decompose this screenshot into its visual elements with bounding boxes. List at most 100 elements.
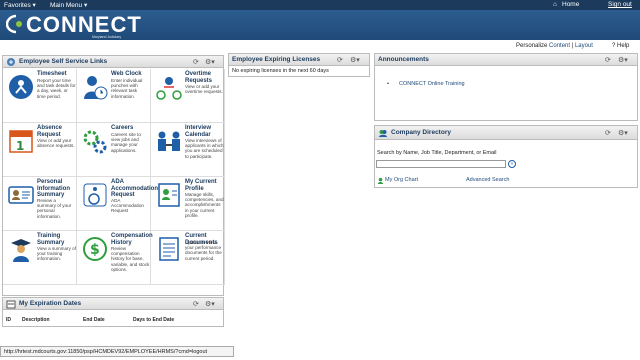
tile-title: Personal Information Summary [37,179,70,198]
announcements-panel: Announcements ⟳ ⚙▾ • CONNECT Online Trai… [374,53,638,121]
personalize-content-link[interactable]: Content [549,43,570,49]
browser-status-bar: http://hrtest.mdcourts.gov:11850/psp/HCM… [0,346,234,357]
tile-compensation-history[interactable]: $ Compensation History Review compensati… [77,231,153,285]
main-menu[interactable]: Main Menu ▾ [50,1,87,9]
tile-description: Review a summary of your personal inform… [37,198,72,219]
web-clock-icon [84,76,108,100]
tile-description: View or add your absence requests. [37,138,75,149]
tile-title: Timesheet [37,71,67,77]
column-header-days-to-end: Days to End Date [133,317,175,323]
interview-icon [158,131,180,151]
personalize-label: Personalize [516,43,548,49]
settings-gear-icon[interactable]: ⚙▾ [205,58,215,66]
svg-text:1: 1 [16,139,24,153]
tile-timesheet[interactable]: Timesheet Report your time and task deta… [3,69,77,123]
favorites-menu[interactable]: Favorites ▾ [4,1,36,9]
expiration-dates-panel: My Expiration Dates ⟳ ⚙▾ ID Description … [2,297,224,327]
profile-icon [158,183,180,207]
documents-icon [159,237,179,261]
ada-icon [83,183,107,207]
tile-careers[interactable]: Careers Careers site to view jobs and ma… [77,123,151,177]
help-link[interactable]: ? Help [612,43,629,49]
connect-logo-text: CONNECT [26,12,142,37]
refresh-icon[interactable]: ⟳ [337,56,343,64]
calendar-icon: 1 [9,130,33,153]
no-licenses-message: No expiring licenses in the next 60 days [232,68,329,74]
org-chart-link[interactable]: My Org Chart [385,177,418,183]
tile-title: ADA Accommodation Request [111,179,159,198]
tile-title: Web Clock [111,71,142,77]
advanced-search-link[interactable]: Advanced Search [466,177,509,183]
tile-description: Report your time and task details for a … [37,78,76,99]
personalize-separator: | [571,43,574,49]
column-header-end-date: End Date [83,317,105,323]
svg-text:$: $ [90,242,100,258]
logo-subtitle: Maryland Judiciary [92,35,122,39]
id-card-icon [8,186,34,204]
tile-training-summary[interactable]: Training Summary View a summary of your … [3,231,77,285]
tile-title: Interview Calendar [185,125,212,138]
directory-panel-title: Company Directory [391,129,451,136]
search-icon[interactable]: » [508,160,516,168]
personalize-layout-link[interactable]: Layout [575,43,593,49]
sign-out-link[interactable]: Sign out [608,1,632,8]
help-icon: ? [612,43,616,49]
top-nav-bar: Favorites ▾ Main Menu ▾ ⌂ Home Sign out [0,0,640,10]
tile-web-clock[interactable]: Web Clock Enter individual punches with … [77,69,151,123]
graduate-icon [11,239,31,262]
settings-gear-icon[interactable]: ⚙▾ [618,129,628,137]
tile-description: Review compensation history for base, va… [111,246,150,272]
tile-current-profile[interactable]: My Current Profile Manage skills, compet… [151,177,225,231]
tile-title: Careers [111,125,134,131]
settings-gear-icon[interactable]: ⚙▾ [350,56,360,64]
directory-search-label: Search by Name, Job Title, Department, o… [377,150,497,156]
tile-personal-info[interactable]: Personal Information Summary Review a su… [3,177,77,231]
expiration-panel-title: My Expiration Dates [19,300,82,307]
tile-description: View or add your overtime requests. [185,84,223,95]
tile-interview-calendar[interactable]: Interview Calendar View interviews of ap… [151,123,225,177]
tile-title: Compensation History [111,233,153,246]
help-label: Help [617,43,630,49]
tile-description: Careers site to view jobs and manage you… [111,132,141,153]
timesheet-icon [9,75,33,99]
tile-title: Overtime Requests [185,71,213,84]
refresh-icon[interactable]: ⟳ [193,300,199,308]
pagelet-icon [6,300,16,309]
tile-description: View a summary of your training informat… [37,246,76,262]
overtime-icon [156,77,182,100]
settings-gear-icon[interactable]: ⚙▾ [205,300,215,308]
tile-description: Manage skills, competencies, and accompl… [185,192,224,218]
connect-logo-icon [6,14,22,34]
directory-search-input[interactable] [376,160,506,168]
settings-gear-icon[interactable]: ⚙▾ [618,56,628,64]
tile-overtime-requests[interactable]: Overtime Requests View or add your overt… [151,69,225,123]
tile-ada-request[interactable]: ADA Accommodation Request ADA Accommodat… [77,177,159,231]
tile-current-documents[interactable]: Current Documents Update or view your pe… [151,231,225,285]
announcement-link[interactable]: CONNECT Online Training [399,81,465,87]
ess-panel-header: Employee Self Service Links ⟳ ⚙▾ [3,56,223,68]
expiring-panel-title: Employee Expiring Licenses [232,56,321,63]
ess-links-panel: Employee Self Service Links ⟳ ⚙▾ Timeshe… [2,55,225,296]
refresh-icon[interactable]: ⟳ [605,56,611,64]
ess-panel-title: Employee Self Service Links [19,58,108,65]
tile-title: Training Summary [37,233,65,246]
refresh-icon[interactable]: ⟳ [193,58,199,66]
gears-icon [83,130,107,154]
tile-absence-request[interactable]: 1 Absence Request View or add your absen… [3,123,77,177]
directory-panel-header: Company Directory ⟳ ⚙▾ [375,126,637,140]
expiring-panel-header: Employee Expiring Licenses ⟳ ⚙▾ [229,54,369,66]
company-directory-panel: Company Directory ⟳ ⚙▾ Search by Name, J… [374,125,638,188]
pagelet-icon [7,58,15,66]
directory-icon [379,130,387,137]
personalize-bar: Personalize Content | Layout [516,43,593,49]
tile-title: My Current Profile [185,179,217,192]
tile-description: ADA Accommodation Request [111,198,144,214]
expiring-licenses-panel: Employee Expiring Licenses ⟳ ⚙▾ No expir… [228,53,370,77]
home-link[interactable]: Home [562,1,579,8]
announcements-panel-title: Announcements [378,56,429,63]
expiration-panel-header: My Expiration Dates ⟳ ⚙▾ [3,298,223,310]
tile-title: Absence Request [37,125,63,138]
refresh-icon[interactable]: ⟳ [605,129,611,137]
header-banner: CONNECT Maryland Judiciary [0,10,640,40]
tile-description: Enter individual punches with relevant t… [111,78,143,99]
